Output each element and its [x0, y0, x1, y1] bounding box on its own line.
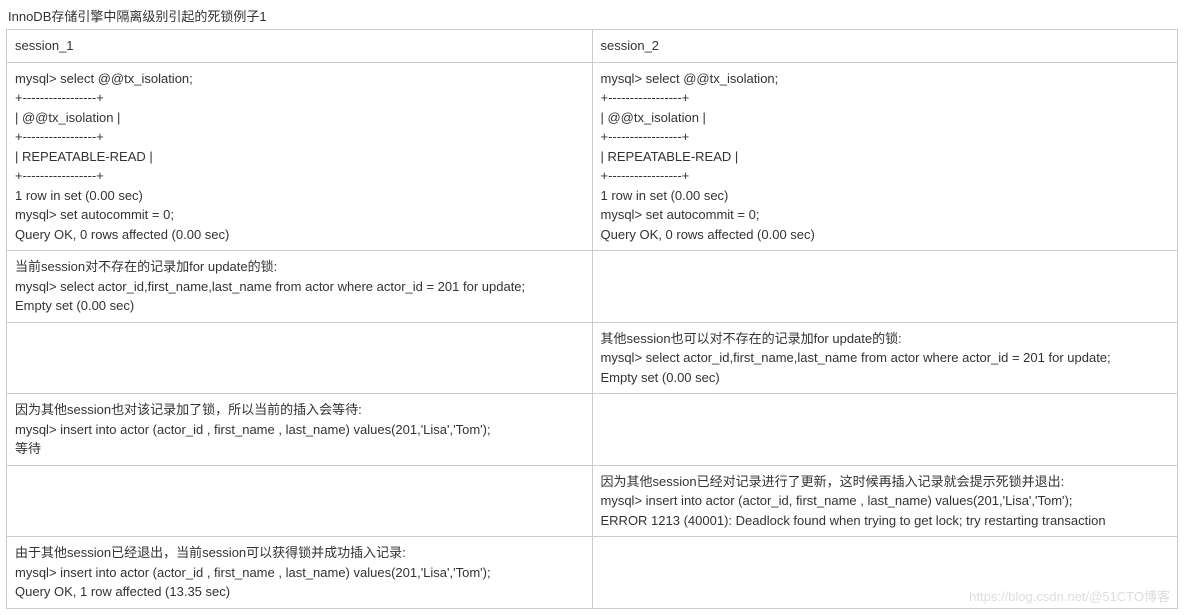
- cell-session2: [592, 251, 1178, 323]
- table-header-row: session_1 session_2: [7, 30, 1178, 63]
- table-row: 由于其他session已经退出，当前session可以获得锁并成功插入记录: m…: [7, 537, 1178, 609]
- cell-session1: 因为其他session也对该记录加了锁，所以当前的插入会等待: mysql> i…: [7, 394, 593, 466]
- cell-session2: [592, 394, 1178, 466]
- deadlock-example-table: session_1 session_2 mysql> select @@tx_i…: [6, 29, 1178, 609]
- cell-session1: 当前session对不存在的记录加for update的锁: mysql> se…: [7, 251, 593, 323]
- cell-session2: 因为其他session已经对记录进行了更新，这时候再插入记录就会提示死锁并退出:…: [592, 465, 1178, 537]
- header-session1: session_1: [7, 30, 593, 63]
- cell-session1: [7, 465, 593, 537]
- table-row: mysql> select @@tx_isolation; +---------…: [7, 62, 1178, 251]
- cell-session1: 由于其他session已经退出，当前session可以获得锁并成功插入记录: m…: [7, 537, 593, 609]
- cell-session2: [592, 537, 1178, 609]
- cell-session2: 其他session也可以对不存在的记录加for update的锁: mysql>…: [592, 322, 1178, 394]
- cell-session2: mysql> select @@tx_isolation; +---------…: [592, 62, 1178, 251]
- header-session2: session_2: [592, 30, 1178, 63]
- table-row: 因为其他session已经对记录进行了更新，这时候再插入记录就会提示死锁并退出:…: [7, 465, 1178, 537]
- cell-session1: [7, 322, 593, 394]
- table-row: 其他session也可以对不存在的记录加for update的锁: mysql>…: [7, 322, 1178, 394]
- table-row: 因为其他session也对该记录加了锁，所以当前的插入会等待: mysql> i…: [7, 394, 1178, 466]
- table-row: 当前session对不存在的记录加for update的锁: mysql> se…: [7, 251, 1178, 323]
- table-title: InnoDB存储引擎中隔离级别引起的死锁例子1: [6, 6, 1178, 25]
- cell-session1: mysql> select @@tx_isolation; +---------…: [7, 62, 593, 251]
